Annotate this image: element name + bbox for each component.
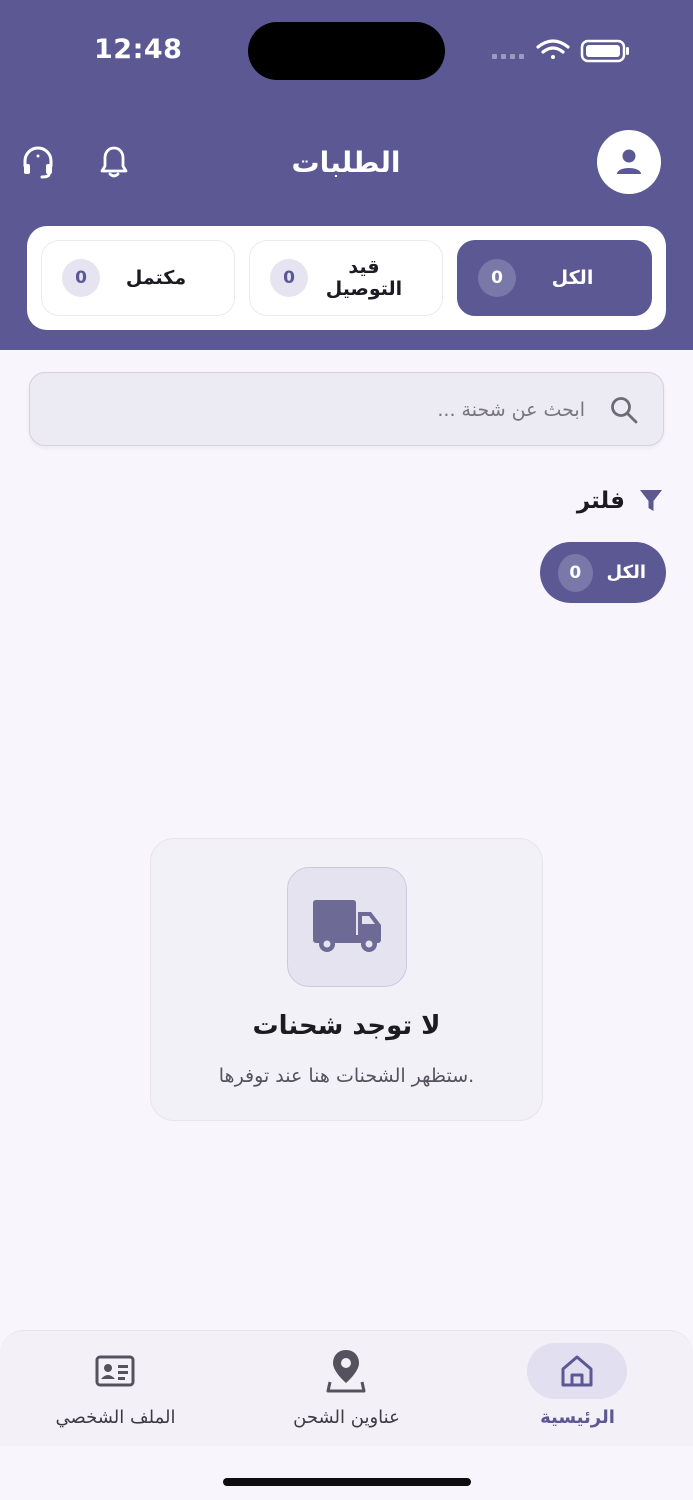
search-icon xyxy=(611,397,638,424)
wifi-icon xyxy=(536,39,570,59)
status-time: 12:48 xyxy=(94,34,183,65)
tab-label: الكل xyxy=(551,267,594,289)
count-badge: 0 xyxy=(478,259,516,297)
filter-chip-all[interactable]: الكل 0 xyxy=(540,542,666,603)
count-badge: 0 xyxy=(558,553,593,592)
bottom-nav: الرئيسية عناوين الشحن الملف الشخصي xyxy=(0,1330,693,1446)
nav-label: عناوين الشحن xyxy=(293,1407,400,1428)
user-icon xyxy=(617,149,641,174)
empty-state-card: لا توجد شحنات ستظهر الشحنات هنا عند توفر… xyxy=(150,838,543,1121)
id-card-icon xyxy=(95,1355,135,1387)
notification-bell-icon[interactable] xyxy=(96,142,132,182)
nav-home[interactable]: الرئيسية xyxy=(462,1331,693,1447)
nav-shipping-addresses[interactable]: عناوين الشحن xyxy=(231,1331,462,1447)
tab-label: مكتمل xyxy=(125,267,187,289)
signal-icon xyxy=(492,54,524,59)
filter-icon xyxy=(640,490,662,511)
nav-icon-wrap xyxy=(296,1343,396,1399)
count-badge: 0 xyxy=(270,259,308,297)
truck-icon-box xyxy=(287,867,407,987)
location-pin-icon xyxy=(326,1350,366,1393)
empty-state-title: لا توجد شحنات xyxy=(252,1011,441,1041)
filter-header: فلتر xyxy=(577,488,663,514)
truck-icon xyxy=(313,900,381,952)
avatar[interactable] xyxy=(597,130,661,194)
tab-label: قيد التوصيل xyxy=(325,256,403,300)
status-tabs: الكل 0 قيد التوصيل 0 مكتمل 0 xyxy=(27,226,666,330)
app-header: 12:48 الطلبات الكل 0 قيد التوصيل 0 مكتمل… xyxy=(0,0,693,350)
nav-icon-wrap xyxy=(527,1343,627,1399)
home-icon xyxy=(561,1355,593,1387)
nav-icon-wrap xyxy=(65,1343,165,1399)
nav-label: الرئيسية xyxy=(540,1407,615,1428)
count-badge: 0 xyxy=(62,259,100,297)
tab-completed[interactable]: مكتمل 0 xyxy=(41,240,235,316)
nav-label: الملف الشخصي xyxy=(55,1407,176,1428)
empty-state-subtitle: ستظهر الشحنات هنا عند توفرها. xyxy=(218,1065,475,1087)
chip-label: الكل xyxy=(606,562,646,583)
support-headset-icon[interactable] xyxy=(18,142,58,182)
search-input[interactable] xyxy=(105,391,585,429)
page-title: الطلبات xyxy=(291,146,401,179)
tab-all[interactable]: الكل 0 xyxy=(457,240,652,316)
filter-title: فلتر xyxy=(576,488,625,514)
home-indicator[interactable] xyxy=(223,1478,471,1486)
home-indicator-area xyxy=(0,1446,693,1500)
dynamic-island xyxy=(248,22,445,80)
battery-icon xyxy=(580,39,629,63)
nav-profile[interactable]: الملف الشخصي xyxy=(0,1331,231,1447)
tab-in-delivery[interactable]: قيد التوصيل 0 xyxy=(249,240,443,316)
search-bar xyxy=(29,372,664,446)
status-icons xyxy=(492,39,629,63)
